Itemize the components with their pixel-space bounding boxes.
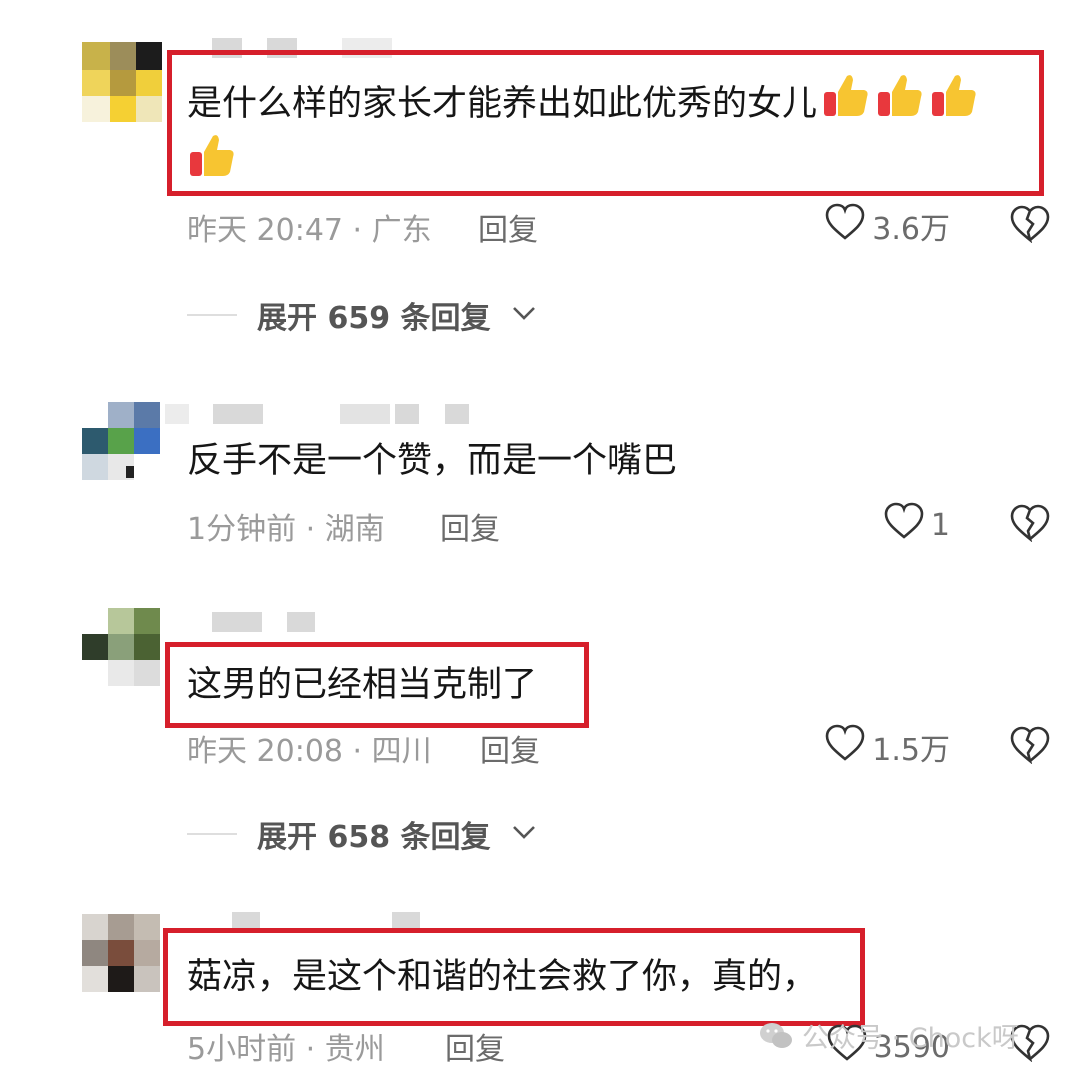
chevron-down-icon (511, 823, 537, 845)
comment-meta: 昨天 20:47 · 广东 (187, 205, 432, 249)
comment-time: 1分钟前 (187, 512, 297, 547)
comment-text: 反手不是一个赞，而是一个嘴巴 (187, 441, 678, 481)
username-blurred (212, 612, 332, 632)
like-button[interactable]: 1.5万 (824, 724, 950, 770)
comment-meta: 1分钟前 · 湖南 (187, 504, 385, 548)
comment-2: 反手不是一个赞，而是一个嘴巴 1分钟前 · 湖南 回复 1 (0, 390, 1080, 580)
like-button[interactable]: 3.6万 (824, 203, 950, 249)
like-count: 1.5万 (872, 733, 950, 768)
comment-text-content: 是什么样的家长才能养出如此优秀的女儿 (187, 84, 818, 124)
comment-text: 是什么样的家长才能养出如此优秀的女儿 (187, 70, 979, 140)
like-button[interactable]: 1 (883, 502, 950, 548)
heart-icon (824, 724, 866, 770)
heart-icon (824, 203, 866, 249)
comment-text: 菇凉，是这个和谐的社会救了你，真的， (187, 957, 818, 997)
avatar[interactable] (82, 402, 162, 482)
meta-separator: · (296, 512, 325, 547)
heart-icon (883, 502, 925, 548)
comment-location: 四川 (371, 734, 432, 769)
divider-line (187, 833, 237, 835)
chevron-down-icon (511, 304, 537, 326)
broken-heart-icon[interactable] (1010, 504, 1050, 543)
meta-separator: · (343, 213, 372, 248)
divider-line (187, 314, 237, 316)
meta-separator: · (296, 1032, 325, 1067)
like-count: 3.6万 (872, 212, 950, 247)
meta-separator: · (343, 734, 372, 769)
comment-meta: 昨天 20:08 · 四川 (187, 726, 432, 770)
watermark-text: 公众号 · Chock呀 (802, 1023, 1019, 1054)
watermark: 公众号 · Chock呀 (758, 1016, 1019, 1055)
expand-replies-label: 展开 659 条回复 (257, 301, 491, 336)
reply-button[interactable]: 回复 (480, 726, 540, 770)
like-count: 1 (930, 507, 950, 543)
avatar[interactable] (82, 608, 162, 688)
comment-location: 湖南 (324, 512, 385, 547)
reply-button[interactable]: 回复 (478, 205, 538, 249)
thumbs-up-icon (929, 70, 979, 140)
comment-text-line2 (187, 130, 237, 200)
comment-location: 广东 (371, 213, 432, 248)
username-blurred (165, 404, 475, 424)
comment-location: 贵州 (324, 1032, 385, 1067)
comment-time: 昨天 20:08 (187, 734, 343, 769)
wechat-icon (758, 1021, 794, 1051)
comment-3: 这男的已经相当克制了 昨天 20:08 · 四川 回复 1.5万 展开 658 … (0, 600, 1080, 880)
avatar[interactable] (82, 42, 162, 122)
reply-button[interactable]: 回复 (440, 504, 500, 548)
broken-heart-icon[interactable] (1010, 205, 1050, 244)
broken-heart-icon[interactable] (1010, 726, 1050, 765)
avatar[interactable] (82, 914, 162, 994)
expand-replies-label: 展开 658 条回复 (257, 820, 491, 855)
comment-meta: 5小时前 · 贵州 (187, 1024, 385, 1068)
comment-text: 这男的已经相当克制了 (187, 665, 538, 705)
comment-time: 5小时前 (187, 1032, 297, 1067)
comment-1: 是什么样的家长才能养出如此优秀的女儿 昨天 20:47 · 广东 回复 3.6万… (0, 0, 1080, 360)
comment-time: 昨天 20:47 (187, 213, 343, 248)
expand-replies-button[interactable]: 展开 659 条回复 (187, 293, 537, 337)
thumbs-up-icon (875, 70, 925, 140)
thumbs-up-icon (821, 70, 871, 140)
expand-replies-button[interactable]: 展开 658 条回复 (187, 812, 537, 856)
reply-button[interactable]: 回复 (445, 1024, 505, 1068)
thumbs-up-icon (187, 130, 237, 200)
